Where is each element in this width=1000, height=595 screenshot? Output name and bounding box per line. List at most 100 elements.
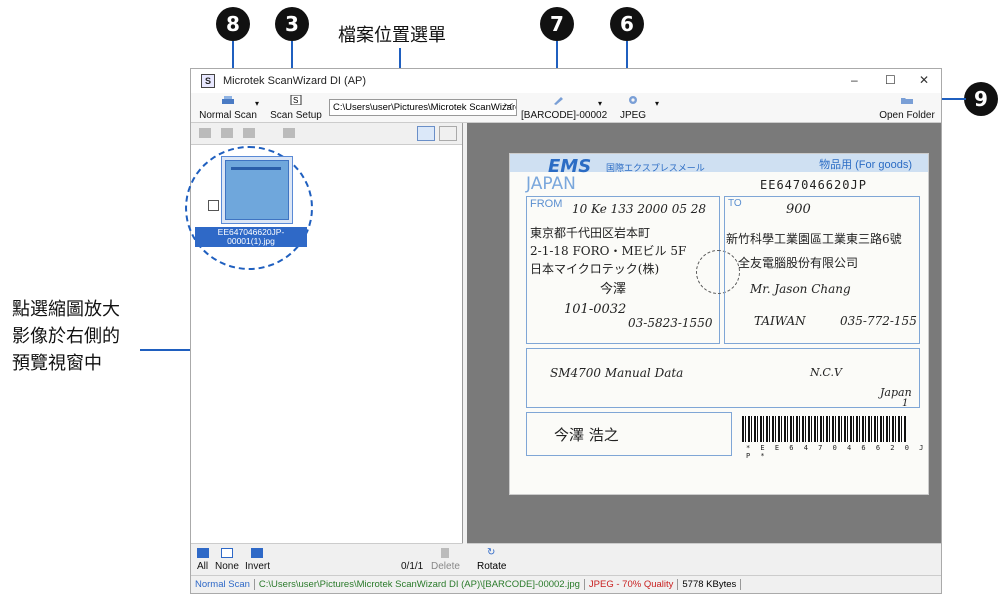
callout-badge-7: 7 <box>540 7 574 41</box>
status-mode: Normal Scan <box>191 579 255 590</box>
large-thumbnail-view-icon[interactable] <box>417 126 435 141</box>
callout-badge-3: 3 <box>275 7 309 41</box>
filename-button[interactable]: [BARCODE]-00002 <box>521 93 608 123</box>
rotate-icon: ↻ <box>487 547 496 558</box>
filename-dropdown[interactable]: ▾ <box>596 93 606 123</box>
pen-icon <box>554 97 563 105</box>
status-quality: JPEG - 70% Quality <box>585 579 679 590</box>
preview-toolbar: ↻ Rotate <box>467 543 941 575</box>
date-field: 10 Ke 133 2000 05 28 <box>572 202 707 216</box>
sort-icon[interactable] <box>199 128 211 138</box>
contents-description: SM4700 Manual Data <box>550 366 684 380</box>
recipient-line1: 新竹科學工業園區工業東三路6號 <box>726 232 902 246</box>
trash-icon <box>441 548 449 558</box>
sender-tel: 03-5823-1550 <box>628 316 713 330</box>
thumbnail-pane: EE647046620JP-00001(1).jpg All None Inve… <box>185 123 463 575</box>
maximize-button[interactable]: ☐ <box>885 73 896 87</box>
thumbnail-preview <box>225 160 289 220</box>
no-commercial-value: N.C.V <box>810 366 842 379</box>
close-button[interactable]: ✕ <box>919 73 929 87</box>
file-location-value: C:\Users\user\Pictures\Microtek ScanWiza… <box>333 102 517 113</box>
to-label: TO <box>728 198 742 209</box>
file-location-select[interactable]: C:\Users\user\Pictures\Microtek ScanWiza… <box>329 99 517 116</box>
recipient-tel: 035-772-155 <box>840 314 917 328</box>
invert-selection-icon <box>251 548 263 558</box>
ems-document: EMS 国際エクスプレスメール 物品用 (For goods) JAPAN EE… <box>509 153 929 495</box>
status-path: C:\Users\user\Pictures\Microtek ScanWiza… <box>255 579 585 590</box>
barcode-text: * E E 6 4 7 0 4 6 6 2 0 J P * <box>746 444 927 460</box>
callout-badge-9: 9 <box>964 82 998 116</box>
sender-line3: 日本マイクロテック(株) <box>530 262 660 276</box>
file-location-menu-caption: 檔案位置選單 <box>338 25 446 46</box>
sender-line4: 今澤 <box>600 282 627 297</box>
tracking-barcode <box>742 416 906 442</box>
title-bar: S Microtek ScanWizard DI (AP) – ☐ ✕ <box>191 69 941 93</box>
rotate-button[interactable]: Rotate <box>477 561 506 572</box>
thumbnail-checkbox[interactable] <box>208 200 219 211</box>
for-goods-label: 物品用 (For goods) <box>819 159 912 171</box>
image-icon[interactable] <box>221 128 233 138</box>
scanner-icon <box>222 96 234 104</box>
japan-label: JAPAN <box>526 174 576 194</box>
from-label: FROM <box>530 198 563 210</box>
selection-bar: All None Invert 0/1/1 Delete <box>191 543 463 575</box>
thumbnail-toolbar <box>191 123 462 145</box>
weight-field: 900 <box>786 202 811 217</box>
postal-code: 101-0032 <box>564 302 627 317</box>
scan-setup-label: Scan Setup <box>270 110 322 121</box>
file-format-button[interactable]: JPEG <box>615 93 651 123</box>
status-size: 5778 KBytes <box>678 579 742 590</box>
small-thumbnail-view-icon[interactable] <box>439 126 457 141</box>
svg-text:S: S <box>293 96 298 105</box>
ems-subtitle: 国際エクスプレスメール <box>606 163 705 173</box>
thumbnail-filename[interactable]: EE647046620JP-00001(1).jpg <box>195 227 307 247</box>
export-icon[interactable] <box>283 128 295 138</box>
folder-icon <box>901 98 913 104</box>
preview-pane: EMS 国際エクスプレスメール 物品用 (For goods) JAPAN EE… <box>467 123 941 575</box>
window-title: Microtek ScanWizard DI (AP) <box>223 75 367 87</box>
toolbar: Normal Scan ▾ S Scan Setup C:\Users\user… <box>191 93 941 123</box>
minimize-button[interactable]: – <box>851 73 858 87</box>
number-of-pieces: 1 <box>902 398 909 409</box>
thumbnail-band <box>231 167 281 170</box>
delete-button[interactable]: Delete <box>431 561 460 572</box>
select-none-button[interactable]: None <box>215 561 239 572</box>
tracking-number: EE647046620JP <box>760 178 867 192</box>
chevron-down-icon: ﹀ <box>503 103 513 113</box>
thumb-note-line1: 點選縮圖放大 <box>12 299 120 320</box>
normal-scan-dropdown[interactable]: ▾ <box>253 93 263 123</box>
open-folder-label: Open Folder <box>879 110 935 121</box>
select-all-button[interactable]: All <box>197 561 208 572</box>
normal-scan-button[interactable]: Normal Scan <box>195 93 261 123</box>
dropdown-arrow-icon: ▾ <box>255 99 260 108</box>
sender-line2: 2-1-18 FORO・MEビル 5F <box>530 244 687 258</box>
normal-scan-label: Normal Scan <box>199 110 257 121</box>
dropdown-arrow-icon: ▾ <box>598 99 603 108</box>
thumb-note-line3: 預覽視窗中 <box>12 353 102 374</box>
scan-setup-icon: S <box>290 95 302 105</box>
gear-icon <box>629 96 637 104</box>
open-folder-button[interactable]: Open Folder <box>877 93 937 123</box>
destination-country: TAIWAN <box>754 314 806 328</box>
app-window: S Microtek ScanWizard DI (AP) – ☐ ✕ Norm… <box>185 68 942 594</box>
sender-line1: 東京都千代田区岩本町 <box>530 226 651 240</box>
recipient-line3: Mr. Jason Chang <box>750 282 851 296</box>
select-none-icon <box>221 548 233 558</box>
dropdown-arrow-icon: ▾ <box>655 99 660 108</box>
callout-badge-8: 8 <box>216 7 250 41</box>
thumbnail-list: EE647046620JP-00001(1).jpg <box>185 145 462 543</box>
callout-badge-6: 6 <box>610 7 644 41</box>
print-icon[interactable] <box>243 128 255 138</box>
file-format-dropdown[interactable]: ▾ <box>653 93 663 123</box>
file-format-label: JPEG <box>619 110 647 121</box>
recipient-line2: 全友電腦股份有限公司 <box>738 256 859 270</box>
status-bar: Normal Scan C:\Users\user\Pictures\Micro… <box>191 575 941 593</box>
select-all-icon <box>197 548 209 558</box>
filename-label: [BARCODE]-00002 <box>521 110 608 121</box>
invert-selection-button[interactable]: Invert <box>245 561 270 572</box>
scan-setup-button[interactable]: S Scan Setup <box>267 93 325 123</box>
sender-signature: 今澤 浩之 <box>554 426 619 444</box>
thumb-note-line2: 影像於右側的 <box>12 326 120 347</box>
thumbnail-image[interactable] <box>221 156 293 224</box>
selection-count: 0/1/1 <box>401 561 424 572</box>
